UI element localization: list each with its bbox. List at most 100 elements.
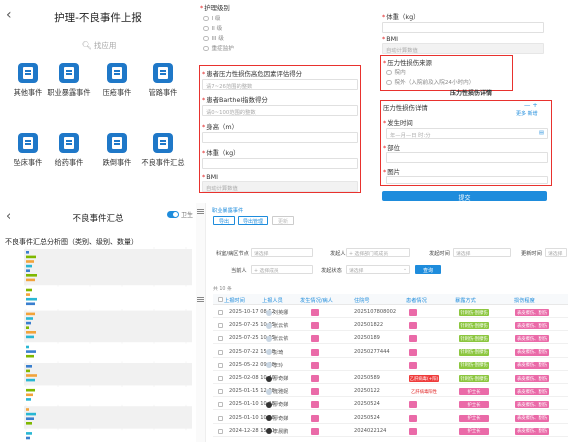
export-button[interactable]: 导出 — [213, 216, 235, 225]
admission-id: 20250524 — [354, 401, 380, 408]
table-row[interactable]: 2025-01-15 12:08 庞雅妮 20250122 乙肝病毒阳性 护士长 表皮擦伤… — [213, 386, 568, 398]
weight-input[interactable] — [202, 158, 358, 169]
time-filter-select[interactable]: 请选择 — [453, 248, 511, 257]
app-tile[interactable]: 不良事件汇总 — [140, 133, 186, 168]
app-tile[interactable]: 职业暴露事件 — [46, 63, 92, 98]
exposure-mode-tag: 针刺伤-刮擦伤 — [459, 361, 489, 369]
row-checkbox[interactable] — [218, 349, 223, 355]
chart-bar — [26, 432, 32, 435]
reporter-name: 李玲 — [273, 362, 284, 369]
column-header[interactable]: 上报时间 — [224, 297, 245, 304]
table-row[interactable]: 2025-07-25 10:05 张云依 20250189 针刺伤-刮擦伤 表皮擦伤、割… — [213, 333, 568, 345]
table-row[interactable]: 2025-05-22 09:08 李玲 针刺伤-刮擦伤 表皮擦伤、割伤 — [213, 360, 568, 371]
occurrence-tag — [311, 335, 319, 343]
reporter-filter-select[interactable]: + 选择部门或成员 — [346, 248, 410, 257]
occur-time-input[interactable]: 年—月—日 时:分 ▤ — [386, 128, 548, 139]
column-header[interactable]: 上报人员 — [262, 297, 283, 304]
column-header[interactable]: 住院号 — [354, 297, 370, 304]
exposure-mode-tag: 护士长 — [459, 414, 489, 422]
admission-id: 2024022124 — [354, 427, 387, 434]
source-option[interactable]: 院外（入院前及入院24小时内） — [386, 78, 474, 86]
menu-icon[interactable] — [197, 209, 204, 210]
care-level-option[interactable]: III 级 — [203, 34, 224, 42]
handler-filter-select[interactable]: + 选择成员 — [251, 265, 313, 274]
chart-bar — [26, 293, 30, 296]
exposure-mode-tag: 针刺伤-刮擦伤 — [459, 348, 489, 356]
column-header[interactable]: 发生情况/病人 — [300, 297, 333, 304]
update-time-filter-select[interactable]: 请选择 — [545, 248, 567, 257]
query-button[interactable]: 查询 — [415, 265, 441, 274]
row-checkbox[interactable] — [218, 376, 223, 381]
patient-status-tag — [409, 322, 417, 330]
update-button[interactable]: 更新 — [272, 216, 294, 225]
harm-level-tag: 表皮擦伤、割伤 — [515, 335, 549, 343]
care-level-option[interactable]: I 级 — [203, 14, 221, 22]
barthel-input[interactable]: 请0~100范围的整数 — [202, 105, 358, 116]
row-checkbox[interactable] — [218, 389, 223, 395]
chart-bar — [26, 335, 34, 339]
event-report-panel: ‹ 护理-不良事件上报 🔍︎ 找应用 其他事件 职业暴露事件 压疮事件 管路事件 坠床事件… — [0, 0, 196, 203]
row-checkbox[interactable] — [218, 415, 223, 421]
chart-title: 不良事件汇总分析图（类别、级别、数量） — [5, 238, 138, 246]
row-checkbox[interactable] — [218, 323, 223, 329]
select-all-checkbox[interactable] — [218, 297, 223, 302]
app-tile[interactable]: 跌倒事件 — [94, 133, 140, 168]
app-tile[interactable]: 坠床事件 — [5, 133, 51, 168]
dept-filter-label: 科室/病区节点 — [216, 251, 249, 257]
column-header[interactable]: 损伤程度 — [514, 297, 535, 304]
export-manage-button[interactable]: 导出管理 — [238, 216, 268, 225]
detail-sub-actions[interactable]: 更多 新增 — [516, 110, 538, 117]
detail-button[interactable]: 压力性损伤详情 — [426, 88, 516, 98]
row-checkbox[interactable] — [218, 336, 223, 342]
occurrence-tag — [311, 309, 319, 316]
reporter: 廖奇娣 — [266, 401, 288, 408]
admission-id: 20250589 — [354, 375, 380, 381]
app-tile[interactable]: 给药事件 — [46, 133, 92, 168]
submit-button[interactable]: 提交 — [382, 191, 547, 202]
app-tile[interactable]: 其他事件 — [5, 63, 51, 98]
table-row[interactable]: 2025-07-22 15:18 彭琦 20250277444 针刺伤-刮擦伤 表皮擦伤… — [213, 347, 568, 358]
app-tile[interactable]: 压疮事件 — [94, 63, 140, 98]
photo-upload[interactable] — [386, 176, 548, 184]
menu-icon[interactable] — [197, 297, 204, 298]
table-row[interactable]: 2025-10-17 08:52 刘英娜 2025107808002 针刺伤-刮擦伤表… — [213, 307, 568, 318]
source-option[interactable]: 院内 — [386, 68, 406, 76]
table-row[interactable]: 2025-01-10 10:28 廖奇娣 20250524 护士长 表皮擦伤、割伤 — [213, 413, 568, 424]
chart-bar — [26, 417, 34, 420]
patient-status-tag: 乙肝病毒阳性 — [411, 389, 437, 395]
search-input[interactable]: 🔍︎ 找应用 — [64, 40, 134, 54]
chart-bar — [26, 288, 32, 292]
avatar — [266, 349, 272, 356]
weight-input[interactable] — [382, 22, 544, 33]
table-row[interactable]: 2025-01-10 10:28 廖奇娣 20250524 护士长 表皮擦伤、割伤 — [213, 399, 568, 411]
detail-actions[interactable]: — + — [524, 101, 538, 109]
row-checkbox[interactable] — [218, 402, 223, 408]
document-icon — [59, 63, 79, 83]
chart-bar — [26, 278, 35, 282]
care-level-option[interactable]: II 级 — [203, 24, 222, 32]
pressure-score-input[interactable]: 请7~26范围的整数 — [202, 79, 358, 90]
location-input[interactable] — [386, 152, 548, 163]
reporter: 庞雅妮 — [266, 388, 288, 395]
exposure-mode-tag: 针刺伤-刮擦伤 — [459, 375, 489, 382]
harm-level-tag: 表皮擦伤、割伤 — [515, 375, 549, 382]
care-level-option[interactable]: 重症监护 — [203, 44, 234, 52]
source-label: *压力性损伤来源 — [383, 59, 432, 67]
dept-filter-select[interactable]: 请选择 — [251, 248, 313, 257]
patient-status-tag — [409, 414, 417, 422]
row-checkbox[interactable] — [218, 362, 223, 368]
app-tile[interactable]: 管路事件 — [140, 63, 186, 98]
chat-icon — [153, 63, 173, 83]
toggle-switch[interactable] — [167, 211, 179, 218]
column-header[interactable]: 暴露方式 — [455, 297, 476, 304]
height-input[interactable] — [202, 132, 358, 143]
breadcrumb[interactable]: 职业暴露事件 — [212, 207, 243, 214]
avatar — [266, 362, 272, 369]
row-checkbox[interactable] — [218, 428, 223, 434]
table-row[interactable]: 2025-02-08 10:40 廖奇娣 20250589 乙肝病毒(+阳) 针刺伤-刮… — [213, 373, 568, 384]
table-row[interactable]: 2024-12-28 15:21 李晨鹏 2024022124 护士长 表皮擦伤、割伤 — [213, 426, 568, 437]
table-row[interactable]: 2025-07-25 10:05 张云依 202501822 针刺伤-刮擦伤 表皮擦伤、… — [213, 320, 568, 332]
status-filter-select[interactable]: 请选择 ⌄ — [346, 265, 410, 274]
column-header[interactable]: 患者情况 — [406, 297, 427, 304]
row-checkbox[interactable] — [218, 310, 223, 315]
